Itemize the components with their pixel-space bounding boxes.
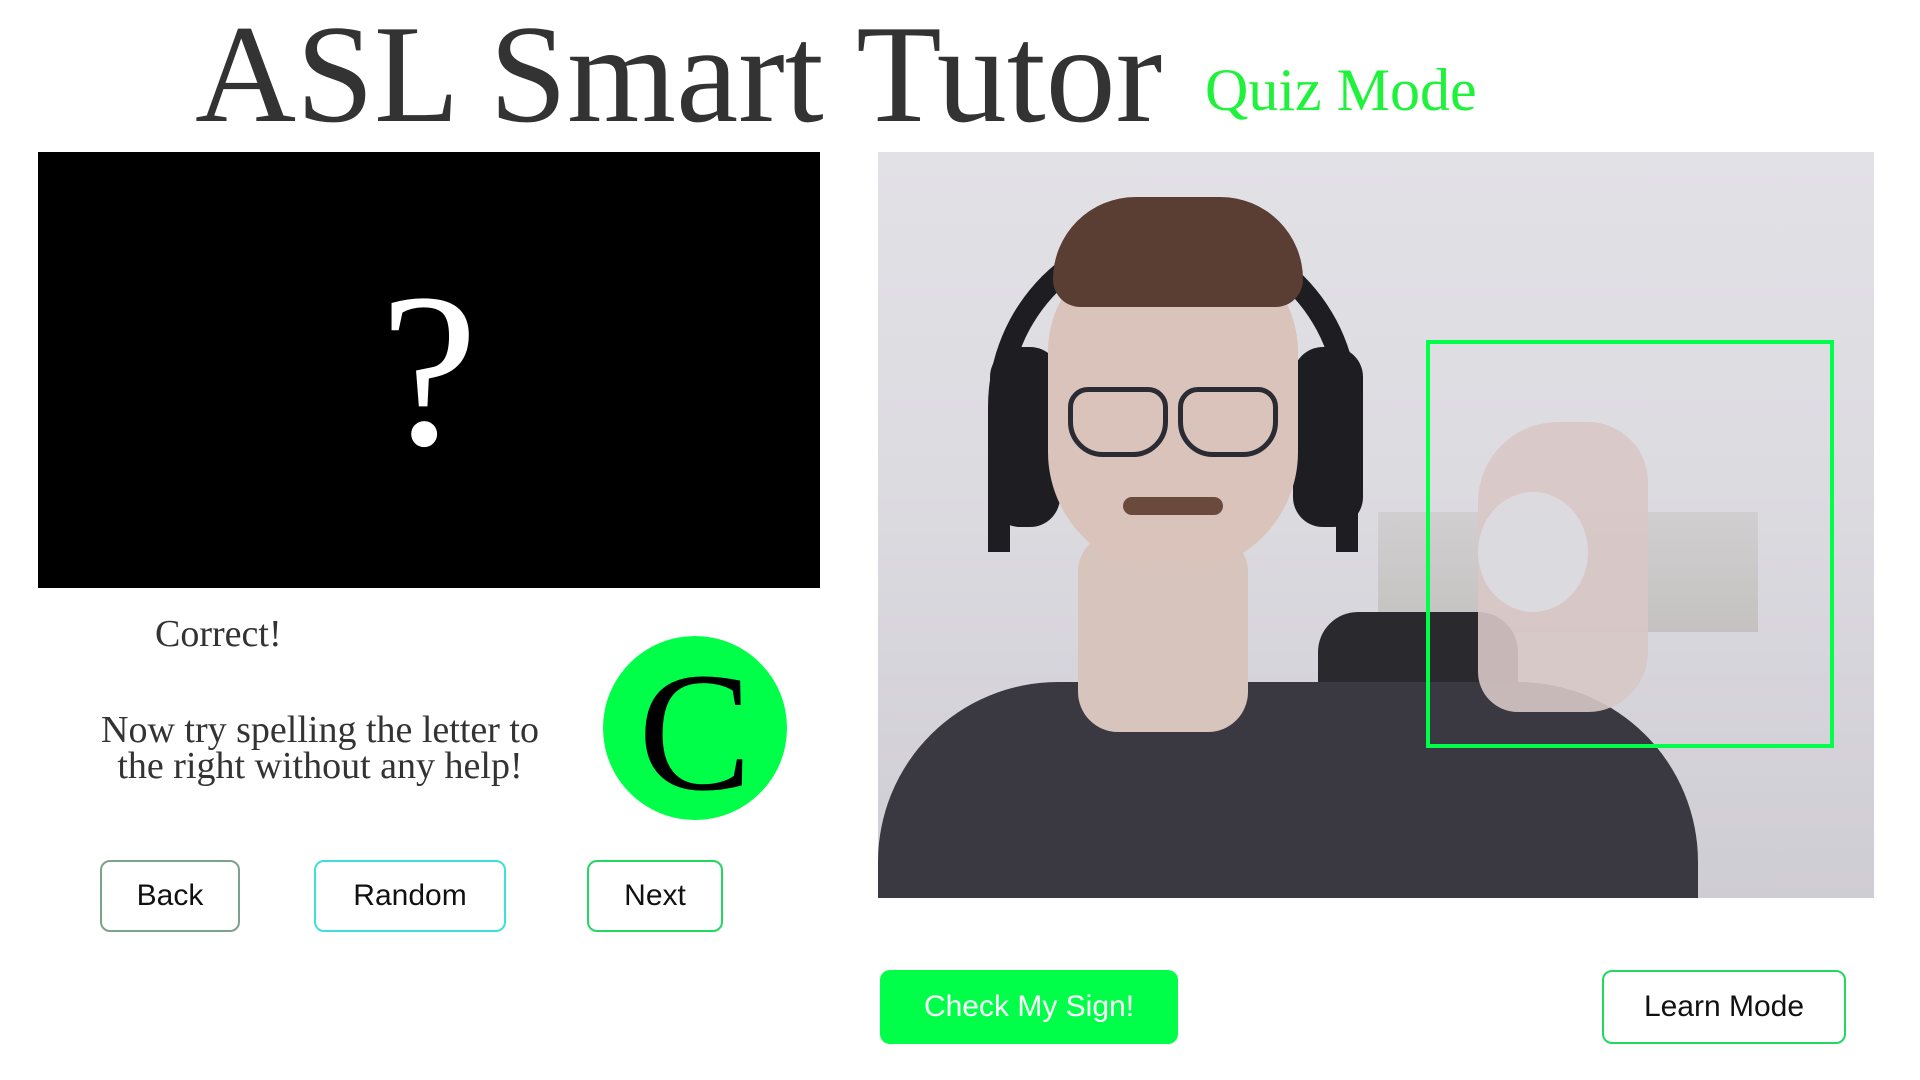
- person-mustache: [1123, 497, 1223, 515]
- person-hair: [1053, 197, 1303, 307]
- instruction-text: Now try spelling the letter to the right…: [101, 709, 539, 787]
- glasses-lens-left: [1068, 387, 1168, 457]
- glasses-lens-right: [1178, 387, 1278, 457]
- check-sign-button[interactable]: Check My Sign!: [880, 970, 1178, 1044]
- hint-panel: ?: [38, 152, 820, 588]
- mode-indicator: Quiz Mode: [1205, 57, 1477, 123]
- headphone-earcup-right: [1293, 347, 1363, 527]
- target-letter: C: [638, 638, 752, 826]
- random-button[interactable]: Random: [314, 860, 506, 932]
- hint-panel-content: ?: [50, 164, 808, 576]
- app-title: ASL Smart Tutor: [195, 0, 1163, 152]
- webcam-feed: [878, 152, 1874, 898]
- next-button[interactable]: Next: [587, 860, 723, 932]
- back-button[interactable]: Back: [100, 860, 240, 932]
- question-mark-icon: ?: [380, 248, 478, 492]
- feedback-status: Correct!: [155, 613, 282, 655]
- learn-mode-button[interactable]: Learn Mode: [1602, 970, 1846, 1044]
- target-letter-badge: C: [603, 636, 787, 820]
- hand-detection-box: [1426, 340, 1834, 748]
